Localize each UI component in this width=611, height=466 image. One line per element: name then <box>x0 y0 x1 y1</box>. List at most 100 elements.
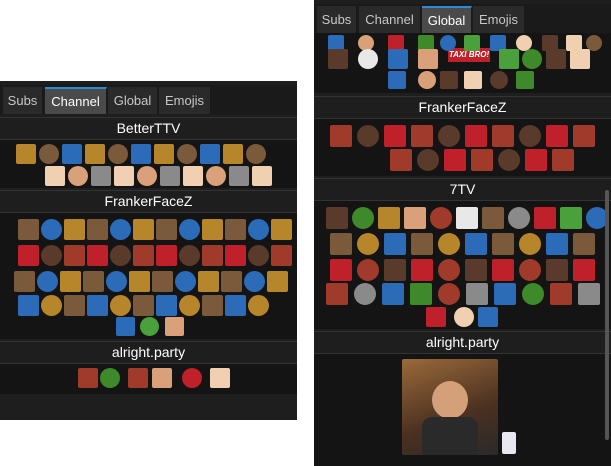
emote[interactable] <box>248 219 269 240</box>
emote[interactable] <box>131 144 151 164</box>
emote[interactable] <box>560 207 582 229</box>
emote[interactable] <box>492 233 514 255</box>
emote[interactable] <box>328 49 348 69</box>
emote[interactable] <box>252 166 272 186</box>
emote[interactable] <box>418 49 438 69</box>
emote[interactable] <box>410 283 432 305</box>
emote[interactable] <box>438 283 460 305</box>
emote[interactable] <box>68 166 88 186</box>
emote[interactable] <box>525 149 547 171</box>
emote[interactable] <box>108 144 128 164</box>
emote[interactable] <box>352 207 374 229</box>
tab-emojis[interactable]: Emojis <box>159 87 211 114</box>
emote[interactable] <box>384 233 406 255</box>
emote[interactable] <box>573 125 595 147</box>
emote[interactable] <box>39 144 59 164</box>
emote[interactable] <box>210 368 230 388</box>
emote[interactable] <box>522 283 544 305</box>
emote[interactable] <box>411 233 433 255</box>
emote[interactable] <box>206 166 226 186</box>
emote[interactable] <box>200 144 220 164</box>
emote[interactable] <box>246 144 266 164</box>
tab-subs[interactable]: Subs <box>317 6 357 33</box>
emote[interactable] <box>106 271 127 292</box>
emote[interactable] <box>248 295 269 316</box>
emote[interactable] <box>229 166 249 186</box>
emote[interactable] <box>271 245 292 266</box>
emote[interactable] <box>388 49 408 69</box>
emote[interactable] <box>354 283 376 305</box>
emote[interactable] <box>133 295 154 316</box>
emote[interactable] <box>152 368 172 388</box>
emote[interactable] <box>45 166 65 186</box>
emote[interactable] <box>456 207 478 229</box>
emote[interactable] <box>357 125 379 147</box>
emote[interactable] <box>14 271 35 292</box>
emote[interactable] <box>430 207 452 229</box>
emote[interactable] <box>404 207 426 229</box>
emote[interactable] <box>16 144 36 164</box>
emote[interactable] <box>183 166 203 186</box>
emote[interactable] <box>156 219 177 240</box>
emote[interactable] <box>64 219 85 240</box>
emote[interactable] <box>358 49 378 69</box>
emote[interactable] <box>516 71 534 89</box>
emote[interactable] <box>454 307 474 327</box>
emote[interactable] <box>202 245 223 266</box>
emote[interactable] <box>384 125 406 147</box>
emote[interactable] <box>492 259 514 281</box>
tab-global[interactable]: Global <box>422 6 472 33</box>
emote[interactable] <box>156 245 177 266</box>
emote[interactable] <box>478 307 498 327</box>
emote[interactable] <box>225 295 246 316</box>
emote[interactable] <box>465 233 487 255</box>
emote[interactable] <box>87 245 108 266</box>
emote[interactable] <box>438 125 460 147</box>
tab-channel[interactable]: Channel <box>45 87 107 114</box>
emote[interactable] <box>154 144 174 164</box>
emote[interactable] <box>133 245 154 266</box>
emote[interactable] <box>519 233 541 255</box>
emote[interactable] <box>60 271 81 292</box>
scrollbar[interactable] <box>605 190 609 440</box>
tab-emojis[interactable]: Emojis <box>473 6 525 33</box>
emote[interactable] <box>330 125 352 147</box>
emote[interactable] <box>494 283 516 305</box>
emote[interactable] <box>137 166 157 186</box>
emote[interactable] <box>465 125 487 147</box>
emote[interactable] <box>326 283 348 305</box>
emote[interactable] <box>100 368 120 388</box>
emote[interactable] <box>411 259 433 281</box>
emote[interactable] <box>522 49 542 69</box>
emote[interactable] <box>464 71 482 89</box>
emote[interactable] <box>140 317 159 336</box>
emote[interactable] <box>202 295 223 316</box>
emote[interactable] <box>198 271 219 292</box>
emote[interactable] <box>156 295 177 316</box>
emote[interactable] <box>64 245 85 266</box>
emote[interactable] <box>133 219 154 240</box>
emote[interactable] <box>411 125 433 147</box>
emote[interactable] <box>378 207 400 229</box>
emote[interactable] <box>87 219 108 240</box>
emote[interactable] <box>179 245 200 266</box>
emote[interactable] <box>492 125 514 147</box>
emote[interactable] <box>202 219 223 240</box>
emote[interactable] <box>570 49 590 69</box>
emote[interactable] <box>388 71 406 89</box>
emote[interactable] <box>37 271 58 292</box>
emote[interactable] <box>78 368 98 388</box>
tab-channel[interactable]: Channel <box>359 6 421 33</box>
emote[interactable] <box>225 219 246 240</box>
emote[interactable] <box>546 49 566 69</box>
large-emote-image[interactable] <box>402 359 498 455</box>
emote[interactable] <box>41 295 62 316</box>
emote[interactable] <box>179 219 200 240</box>
emote[interactable] <box>165 317 184 336</box>
emote[interactable] <box>267 271 288 292</box>
emote[interactable] <box>471 149 493 171</box>
emote[interactable] <box>330 233 352 255</box>
emote[interactable] <box>330 259 352 281</box>
emote[interactable] <box>550 283 572 305</box>
emote[interactable] <box>498 149 520 171</box>
